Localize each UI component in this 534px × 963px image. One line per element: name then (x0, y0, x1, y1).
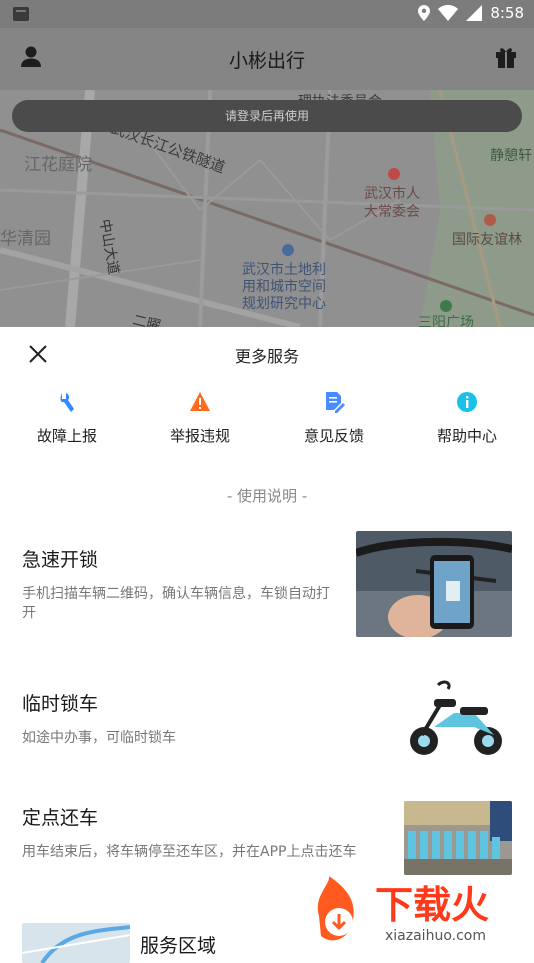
service-label: 故障上报 (36, 427, 97, 445)
warning-icon (190, 392, 210, 411)
wrench-icon (60, 393, 74, 412)
instruction-item: 急速开锁 手机扫描车辆二维码，确认车辆信息，车锁自动打开 (22, 545, 342, 623)
watermark-url: xiazaihuo.com (385, 928, 486, 944)
map-label: 武汉市人 (364, 185, 420, 202)
map-label: 三阳广场 (418, 315, 474, 327)
map-label: 武汉市土地利 (242, 261, 326, 278)
map-label: 大常委会 (364, 204, 420, 220)
gift-icon[interactable] (496, 46, 516, 72)
location-icon (418, 5, 431, 21)
map-label: 规划研究中心 (242, 296, 326, 312)
status-bar: 8:58 (0, 0, 534, 28)
wifi-icon (438, 5, 459, 21)
poi-marker-icon (440, 300, 452, 312)
unlock-photo (356, 531, 512, 637)
app-header: 小彬出行 (0, 28, 534, 90)
map-label: 华清园 (0, 229, 51, 249)
instruction-desc: 手机扫描车辆二维码，确认车辆信息，车锁自动打开 (22, 586, 330, 621)
instruction-title: 急速开锁 (22, 549, 99, 571)
service-area-map-image (22, 923, 130, 963)
login-hint-bar[interactable]: 请登录后再使用 (12, 100, 522, 132)
login-hint-text: 请登录后再使用 (224, 109, 309, 123)
status-time: 8:58 (490, 4, 524, 22)
service-fault-report[interactable]: 故障上报 (12, 387, 122, 446)
instruction-desc: 如途中办事，可临时锁车 (22, 730, 176, 746)
service-label: 举报违规 (169, 427, 230, 445)
app-title: 小彬出行 (228, 50, 305, 72)
poi-marker-icon (282, 244, 294, 256)
poi-marker-icon (484, 214, 496, 226)
instruction-item: 服务区域 (140, 931, 216, 958)
instruction-title: 服务区域 (140, 935, 217, 957)
watermark-text: 下载火 (375, 883, 489, 927)
sheet-title: 更多服务 (234, 347, 299, 366)
instructions-section-title: - 使用说明 - (226, 487, 308, 505)
map-label: 用和城市空间 (242, 278, 326, 295)
ebike-image (404, 679, 508, 759)
instruction-item: 临时锁车 如途中办事，可临时锁车 (22, 689, 342, 748)
map-label: 静憩轩 (490, 147, 532, 164)
watermark-logo: 下载火 xiazaihuo.com (313, 876, 534, 949)
poi-marker-icon (388, 168, 400, 180)
info-icon (457, 392, 477, 412)
instruction-desc: 用车结束后，将车辆停至还车区，并在APP上点击还车 (22, 844, 357, 860)
instruction-title: 临时锁车 (22, 693, 99, 715)
signal-icon (466, 5, 483, 21)
instruction-item: 定点还车 用车结束后，将车辆停至还车区，并在APP上点击还车 (22, 803, 392, 862)
notification-icon (13, 7, 29, 21)
service-feedback[interactable]: 意见反馈 (279, 387, 389, 446)
map-label: 江花庭院 (24, 155, 92, 175)
more-services-sheet: 更多服务 故障上报 举报违规 意见反馈 帮助中心 - 使用说明 - 急速开锁 手… (0, 327, 534, 963)
service-grid: 故障上报 举报违规 意见反馈 帮助中心 (0, 387, 534, 457)
service-help-center[interactable]: 帮助中心 (412, 387, 522, 446)
document-edit-icon (326, 392, 345, 413)
instruction-title: 定点还车 (22, 807, 99, 829)
map-label: 国际友谊林 (452, 232, 522, 248)
parking-photo (404, 801, 512, 875)
service-report-violation[interactable]: 举报违规 (145, 387, 255, 446)
service-label: 帮助中心 (436, 427, 497, 445)
service-label: 意见反馈 (303, 427, 364, 445)
sheet-header: 更多服务 (0, 327, 534, 381)
